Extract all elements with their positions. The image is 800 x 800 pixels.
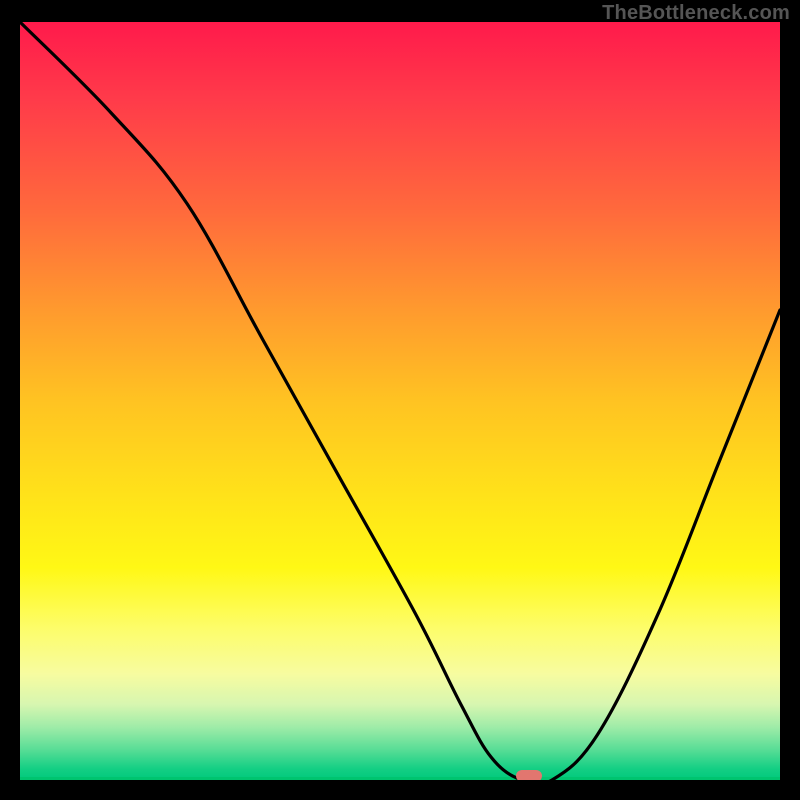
curve-path — [20, 22, 780, 780]
optimal-marker — [516, 770, 542, 780]
bottleneck-curve — [20, 22, 780, 780]
watermark-text: TheBottleneck.com — [602, 2, 790, 25]
plot-area — [20, 22, 780, 780]
chart-container: TheBottleneck.com — [0, 0, 800, 800]
